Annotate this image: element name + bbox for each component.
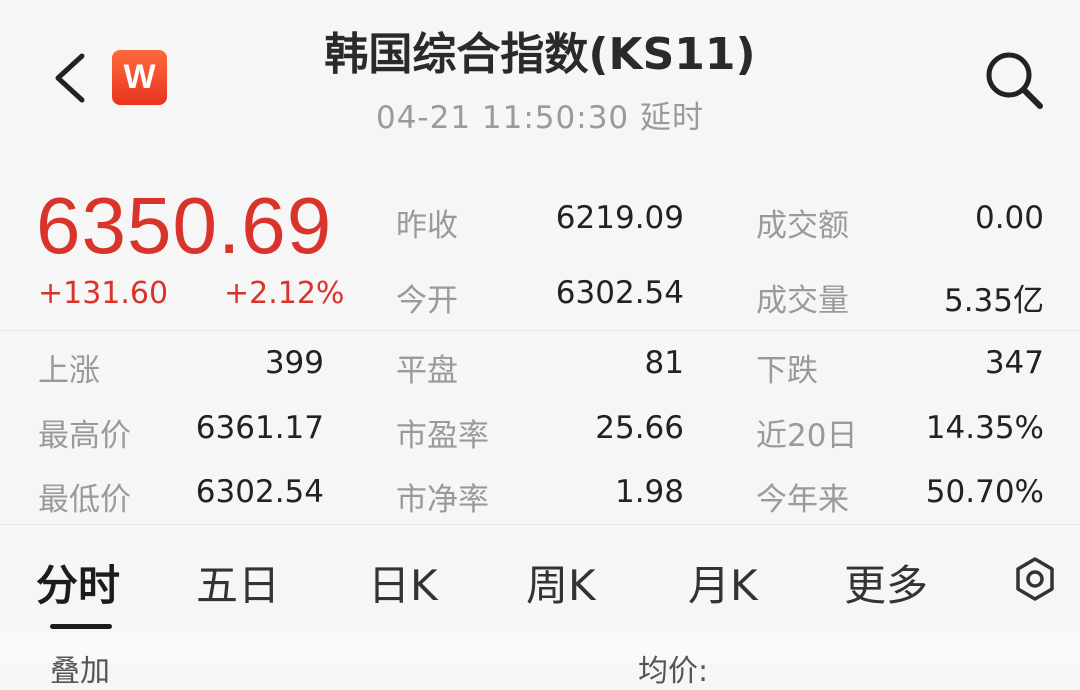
stat-value-ytd: 50.70%: [925, 474, 1044, 510]
active-tab-indicator: [50, 624, 112, 629]
avg-price-label: 均价:: [638, 654, 709, 689]
price-change-percent: +2.12%: [224, 276, 345, 311]
stat-label-pb: 市净率: [396, 482, 489, 518]
stat-label-turnover: 成交额: [756, 208, 849, 244]
stat-value-pe: 25.66: [595, 410, 684, 446]
search-button[interactable]: [980, 46, 1046, 112]
tab-intraday[interactable]: 分时: [36, 552, 120, 613]
chart-header-bar: [0, 632, 1080, 663]
tab-five-day[interactable]: 五日: [196, 552, 280, 613]
stat-label-pe: 市盈率: [396, 418, 489, 454]
stat-value-low: 6302.54: [195, 474, 324, 510]
tab-more[interactable]: 更多: [844, 552, 928, 613]
chart-settings-button[interactable]: [1012, 556, 1058, 602]
stat-label-advancers: 上涨: [38, 353, 100, 389]
tab-daily-k[interactable]: 日K: [368, 552, 438, 613]
page-title: 韩国综合指数(KS11): [324, 29, 756, 80]
tab-monthly-k[interactable]: 月K: [688, 552, 758, 613]
stat-label-decliners: 下跌: [756, 353, 818, 389]
stat-value-unchanged: 81: [644, 345, 684, 381]
stat-value-open: 6302.54: [555, 275, 684, 311]
stat-label-unchanged: 平盘: [396, 353, 458, 389]
stat-label-high: 最高价: [38, 418, 131, 454]
stat-value-20d: 14.35%: [925, 410, 1044, 446]
price-change: +131.60: [38, 276, 169, 311]
divider: [0, 330, 1080, 331]
stat-value-pb: 1.98: [614, 474, 684, 510]
tab-weekly-k[interactable]: 周K: [526, 552, 596, 613]
stat-value-decliners: 347: [984, 345, 1044, 381]
stat-label-volume: 成交量: [756, 283, 849, 319]
divider: [0, 524, 1080, 525]
stat-value-prev-close: 6219.09: [555, 200, 684, 236]
last-price: 6350.69: [36, 181, 333, 270]
stat-value-high: 6361.17: [195, 410, 324, 446]
stat-value-advancers: 399: [264, 345, 324, 381]
stat-label-20d: 近20日: [756, 418, 858, 454]
stat-label-open: 今开: [396, 283, 458, 319]
stat-label-low: 最低价: [38, 482, 131, 518]
stat-value-turnover: 0.00: [974, 200, 1044, 236]
overlay-button[interactable]: 叠加: [50, 646, 110, 690]
stat-value-volume: 5.35亿: [943, 283, 1044, 319]
quote-timestamp: 04-21 11:50:30 延时: [375, 100, 704, 136]
search-icon: [986, 52, 1043, 109]
stat-label-prev-close: 昨收: [396, 208, 458, 244]
stat-label-ytd: 今年来: [756, 482, 849, 518]
settings-hexagon-icon: [1016, 557, 1054, 601]
